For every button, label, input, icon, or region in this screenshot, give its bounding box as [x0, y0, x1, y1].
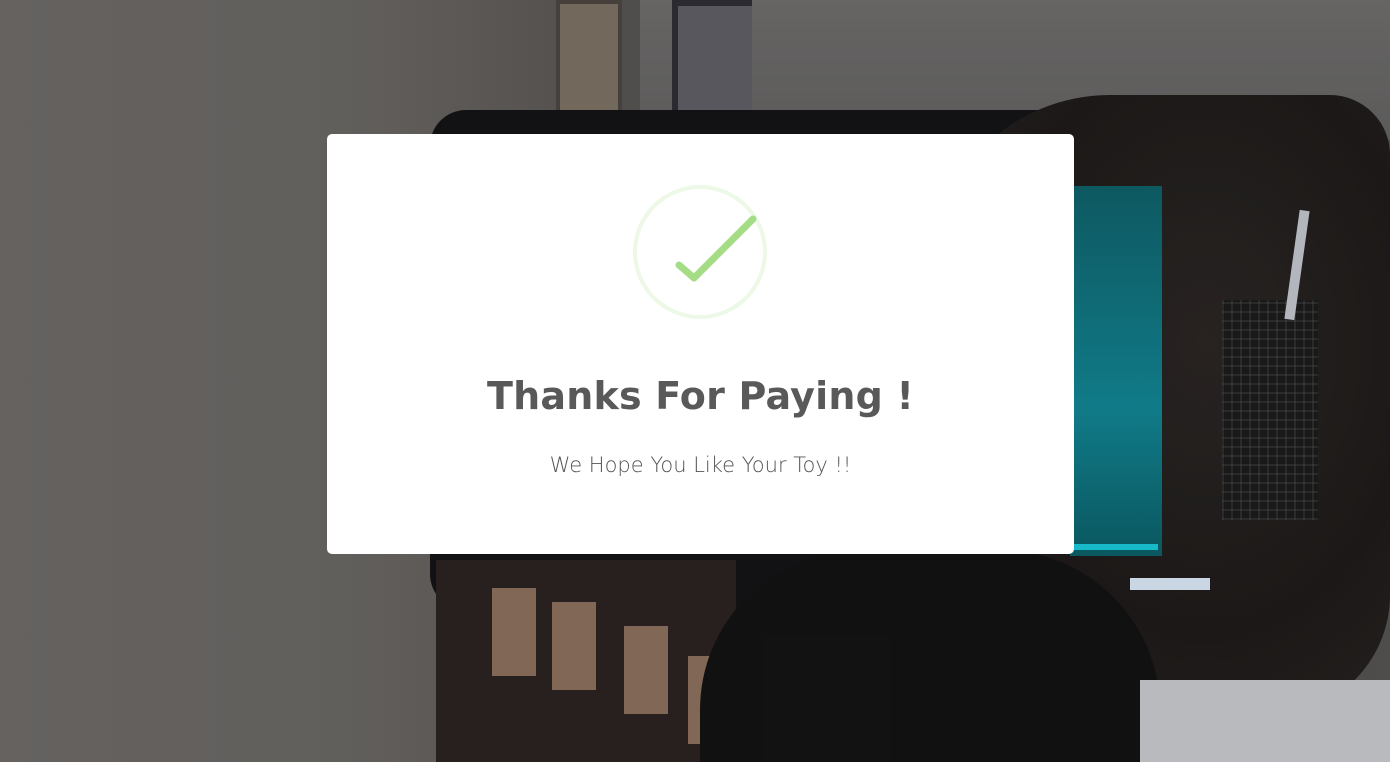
modal-title: Thanks For Paying ! — [487, 374, 914, 418]
modal-message: We Hope You Like Your Toy !! — [549, 453, 852, 477]
success-modal: Thanks For Paying ! We Hope You Like You… — [327, 134, 1074, 554]
app-screen: Thanks For Paying ! We Hope You Like You… — [0, 0, 1390, 762]
success-check-icon — [632, 184, 768, 320]
